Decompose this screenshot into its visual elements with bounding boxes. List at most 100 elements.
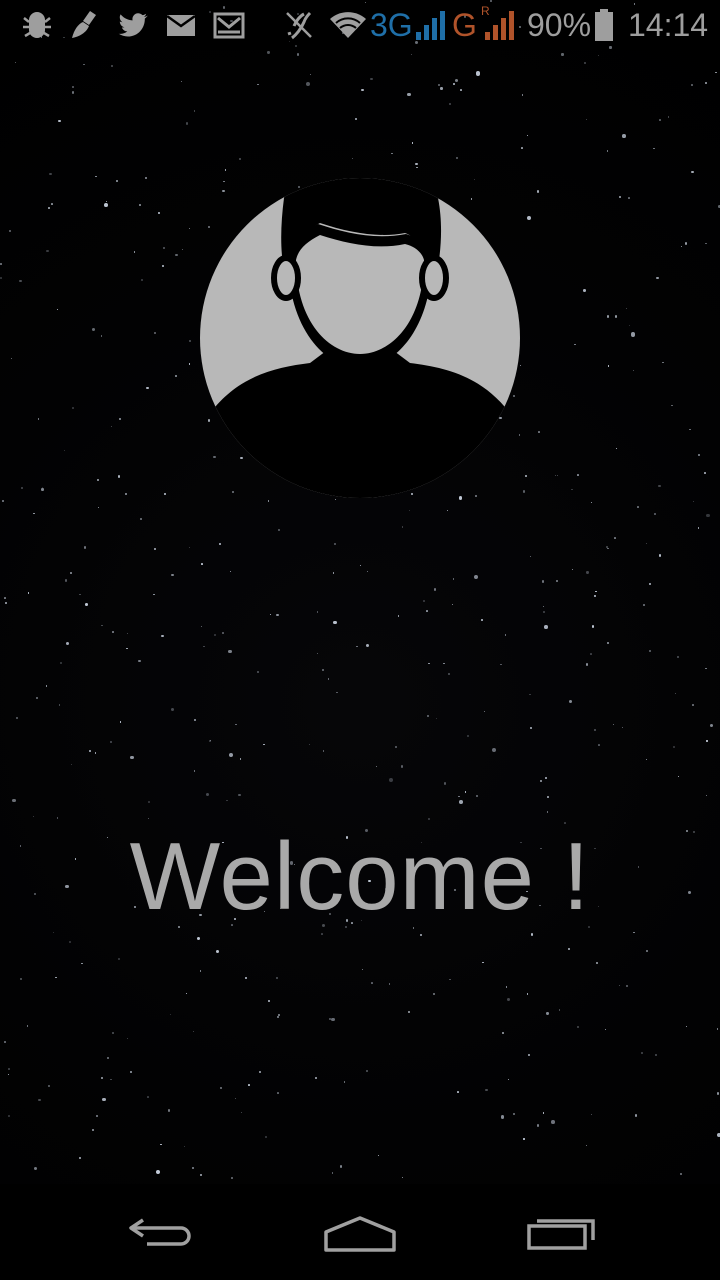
star [162,247,165,250]
star [164,493,167,496]
star [411,141,414,144]
star [256,671,259,674]
star [193,1030,195,1032]
star [715,71,717,73]
star [333,620,337,624]
star [435,717,438,720]
star [182,248,184,250]
battery-percentage: 90% [527,7,592,43]
star [625,307,628,310]
star [573,343,576,346]
star [614,537,617,540]
star [101,1076,104,1079]
star [506,986,508,988]
star [449,978,451,981]
star [590,1114,593,1116]
star [467,734,470,738]
star [331,1172,333,1174]
star [11,358,13,360]
star [540,780,543,783]
star [455,156,458,159]
star [0,276,3,279]
star [464,791,466,793]
star [645,542,648,544]
gmail-icon [166,14,196,36]
star [604,1028,606,1030]
star [331,1017,335,1022]
home-icon [324,1216,396,1252]
user-avatar-icon [200,178,520,498]
star [546,1012,549,1015]
star [432,992,436,996]
star [89,749,92,752]
star [238,793,241,797]
star [336,691,338,693]
star [416,166,418,169]
star [692,500,694,502]
star [546,811,549,813]
star [476,795,479,798]
star [555,580,558,582]
star [267,500,270,502]
star [637,506,640,508]
star [141,279,144,282]
star [96,479,99,482]
star [147,1095,149,1098]
home-button[interactable] [305,1202,415,1262]
star [377,1154,380,1157]
welcome-heading: Welcome ! [129,823,591,930]
star [388,983,390,985]
star [397,615,400,618]
star [536,1124,540,1127]
star [305,82,311,87]
star [33,815,35,817]
star [91,327,96,331]
star [674,693,676,695]
star [37,418,40,421]
star [110,64,113,67]
star [199,970,202,972]
star [169,1014,171,1016]
star [71,91,75,94]
star [110,740,113,743]
star [590,501,592,503]
star [595,590,597,593]
star [643,604,645,607]
star [70,572,73,574]
star [656,277,659,280]
wifi-icon [330,12,366,38]
star [185,993,187,995]
star [594,595,596,597]
star [607,365,610,367]
star [680,245,683,248]
star [124,493,127,496]
star [530,933,533,936]
star [352,157,354,160]
star [200,1174,202,1176]
star [205,793,209,797]
recent-apps-button[interactable] [508,1202,618,1262]
star [126,647,128,650]
star [208,740,212,743]
star [258,1071,261,1074]
star [185,122,189,125]
star [161,265,165,268]
star [27,592,30,594]
star [84,603,88,607]
star [193,109,196,112]
star [45,684,48,687]
star [630,332,636,337]
star [9,229,12,232]
star [474,574,479,579]
star [228,752,233,757]
star [275,976,278,979]
star [175,253,178,257]
star [547,796,550,798]
star [526,993,529,995]
star [7,1073,9,1076]
back-button[interactable] [105,1202,215,1262]
cleaner-brush-icon [72,11,96,38]
star [245,976,247,979]
star [171,574,174,577]
star [222,632,224,634]
